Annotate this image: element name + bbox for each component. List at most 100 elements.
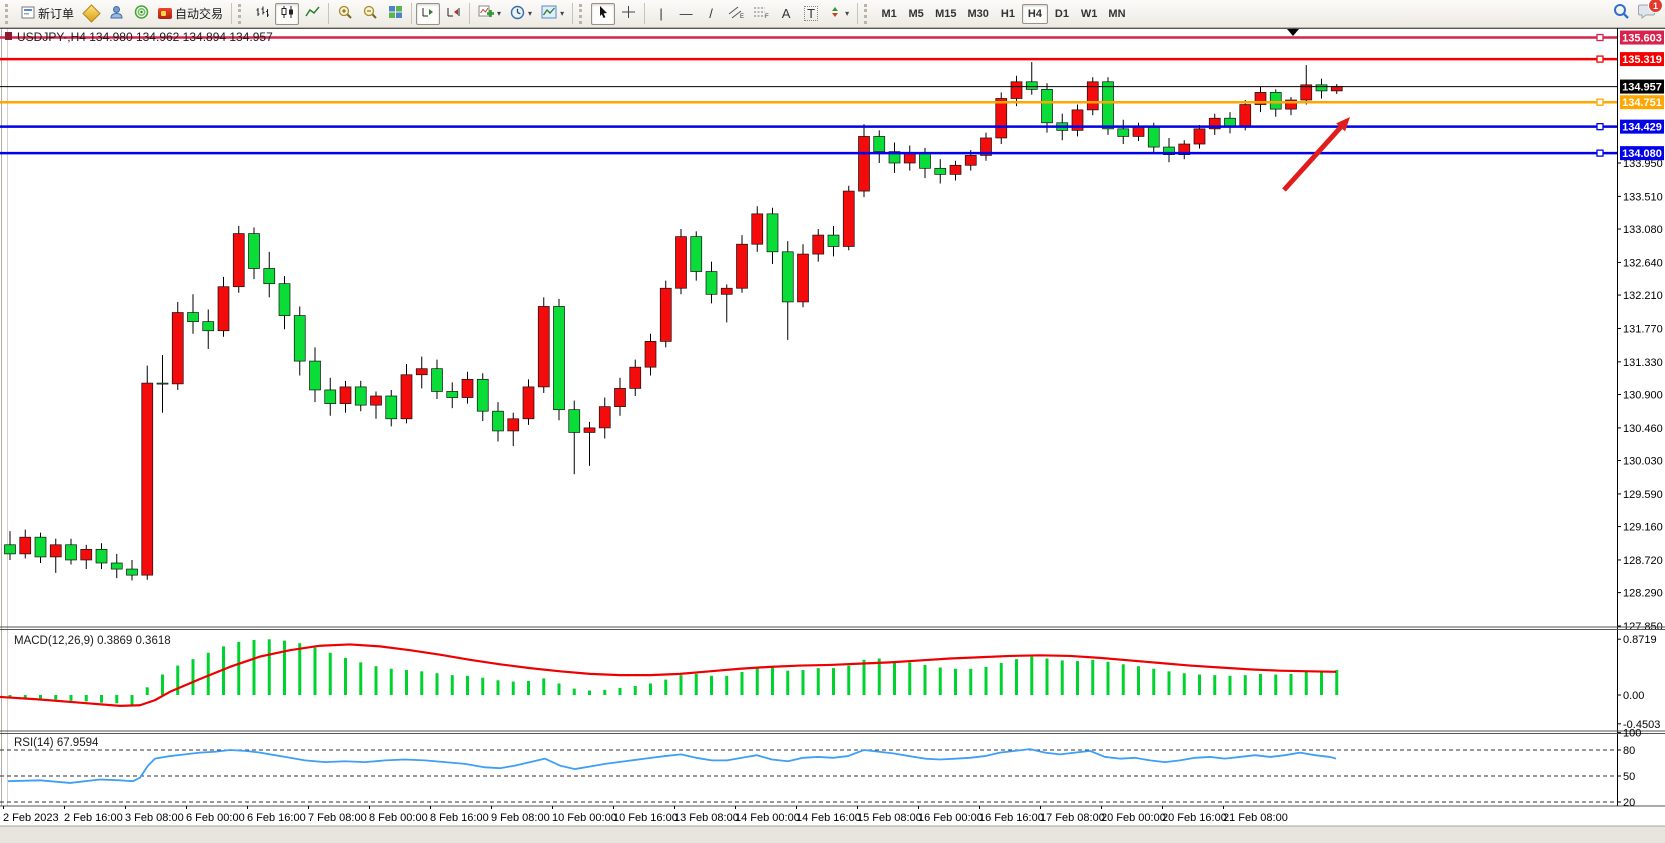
autotrading-label: 自动交易 <box>175 5 223 22</box>
profile-button[interactable] <box>104 3 128 25</box>
history-center-button[interactable] <box>79 3 103 25</box>
candle <box>706 272 717 295</box>
crosshair-tool-button[interactable] <box>616 3 640 25</box>
periods-button[interactable]: ▾ <box>506 3 536 25</box>
timeframe-button-H4[interactable]: H4 <box>1022 4 1048 24</box>
cursor-tool-button[interactable] <box>591 3 615 25</box>
candle <box>828 235 839 246</box>
text-tool-button[interactable]: A <box>774 3 798 25</box>
candle <box>279 284 290 316</box>
candle <box>218 287 229 331</box>
axis-tick-label: 131.770 <box>1623 323 1663 335</box>
candle <box>20 537 31 554</box>
candle <box>371 396 382 405</box>
template-icon <box>541 5 557 22</box>
candle <box>645 341 656 367</box>
zoom-out-button[interactable] <box>358 3 382 25</box>
timeframe-button-W1[interactable]: W1 <box>1076 4 1103 24</box>
chart-shift-button[interactable] <box>441 3 465 25</box>
timeframe-button-M5[interactable]: M5 <box>903 4 929 24</box>
label-tool-button[interactable]: T <box>799 3 823 25</box>
horizontal-line-tool-button[interactable]: — <box>674 3 698 25</box>
fibonacci-tool-button[interactable]: F <box>749 3 773 25</box>
timeframe-button-D1[interactable]: D1 <box>1049 4 1075 24</box>
candle <box>462 379 473 397</box>
candle <box>996 98 1007 137</box>
chart-title: USDJPY-,H4 134.980 134.962 134.894 134.9… <box>17 30 273 44</box>
auto-scroll-button[interactable] <box>416 3 440 25</box>
candle <box>1270 92 1281 109</box>
candle <box>904 153 915 163</box>
candle <box>920 153 931 168</box>
axis-tick-label: 133.080 <box>1623 224 1663 236</box>
rsi-tick-label: 100 <box>1623 728 1641 740</box>
timeframe-button-M1[interactable]: M1 <box>876 4 902 24</box>
hline-handle[interactable] <box>1597 56 1603 62</box>
time-tick-label: 16 Feb 16:00 <box>979 812 1044 824</box>
arrows-tool-button[interactable]: ▾ <box>824 3 853 25</box>
clock-icon <box>510 5 525 23</box>
toolbar-grip[interactable] <box>5 4 13 24</box>
channel-tool-button[interactable]: E <box>724 3 748 25</box>
candlestick-chart-icon <box>280 5 295 22</box>
candlestick-chart-button[interactable] <box>275 3 299 25</box>
candle <box>1133 127 1144 136</box>
candle <box>249 234 260 269</box>
line-chart-button[interactable] <box>300 3 324 25</box>
search-icon[interactable] <box>1613 3 1630 25</box>
autotrading-icon <box>158 8 172 19</box>
timeframe-button-H1[interactable]: H1 <box>995 4 1021 24</box>
toolbar-separator <box>857 3 858 24</box>
candle <box>111 563 122 569</box>
axis-tick-label: 129.160 <box>1623 522 1663 534</box>
toolbar-separator <box>231 3 232 24</box>
hline-handle[interactable] <box>1597 124 1603 130</box>
candle <box>1026 82 1037 90</box>
templates-button[interactable]: ▾ <box>537 3 568 25</box>
candle <box>935 168 946 174</box>
candle <box>493 411 504 431</box>
price-axis-ticks: 133.950133.510133.080132.640132.210131.7… <box>1617 158 1663 633</box>
zoom-in-button[interactable] <box>333 3 357 25</box>
new-order-button[interactable]: 新订单 <box>17 3 78 25</box>
timeframe-button-MN[interactable]: MN <box>1103 4 1130 24</box>
candle <box>416 369 427 375</box>
add-indicator-button[interactable]: ▾ <box>474 3 505 25</box>
timeframe-button-M30[interactable]: M30 <box>963 4 994 24</box>
candle <box>1011 82 1022 99</box>
tile-windows-button[interactable] <box>383 3 407 25</box>
chart-canvas[interactable]: 133.950133.510133.080132.640132.210131.7… <box>0 28 1665 843</box>
toolbar-separator <box>469 3 470 24</box>
toolbar-grip[interactable] <box>864 4 872 24</box>
candle <box>660 288 671 341</box>
candle <box>767 214 778 252</box>
time-tick-label: 15 Feb 08:00 <box>857 812 922 824</box>
candle <box>340 387 351 404</box>
axis-tick-label: 129.590 <box>1623 489 1663 501</box>
autotrading-button[interactable]: 自动交易 <box>154 3 227 25</box>
candle <box>188 313 199 322</box>
candle <box>477 379 488 411</box>
vertical-line-tool-button[interactable]: | <box>649 3 673 25</box>
candle <box>432 369 443 392</box>
price-label-text: 134.957 <box>1622 82 1662 94</box>
zoom-out-icon <box>363 5 378 23</box>
candle <box>798 254 809 302</box>
bar-chart-button[interactable] <box>250 3 274 25</box>
timeframe-button-M15[interactable]: M15 <box>930 4 961 24</box>
toolbar-separator <box>572 3 573 24</box>
notifications-icon[interactable]: 1 <box>1638 3 1656 24</box>
hline-handle[interactable] <box>1597 99 1603 105</box>
trendline-tool-button[interactable]: / <box>699 3 723 25</box>
candle <box>1316 85 1327 91</box>
signal-button[interactable] <box>129 3 153 25</box>
arrows-icon <box>828 5 842 22</box>
candle <box>859 136 870 191</box>
time-tick-label: 13 Feb 08:00 <box>674 812 739 824</box>
hline-handle[interactable] <box>1597 35 1603 41</box>
zoom-in-icon <box>338 5 353 23</box>
hline-handle[interactable] <box>1597 150 1603 156</box>
toolbar-grip[interactable] <box>579 4 587 24</box>
candle <box>813 235 824 254</box>
toolbar-grip[interactable] <box>238 4 246 24</box>
